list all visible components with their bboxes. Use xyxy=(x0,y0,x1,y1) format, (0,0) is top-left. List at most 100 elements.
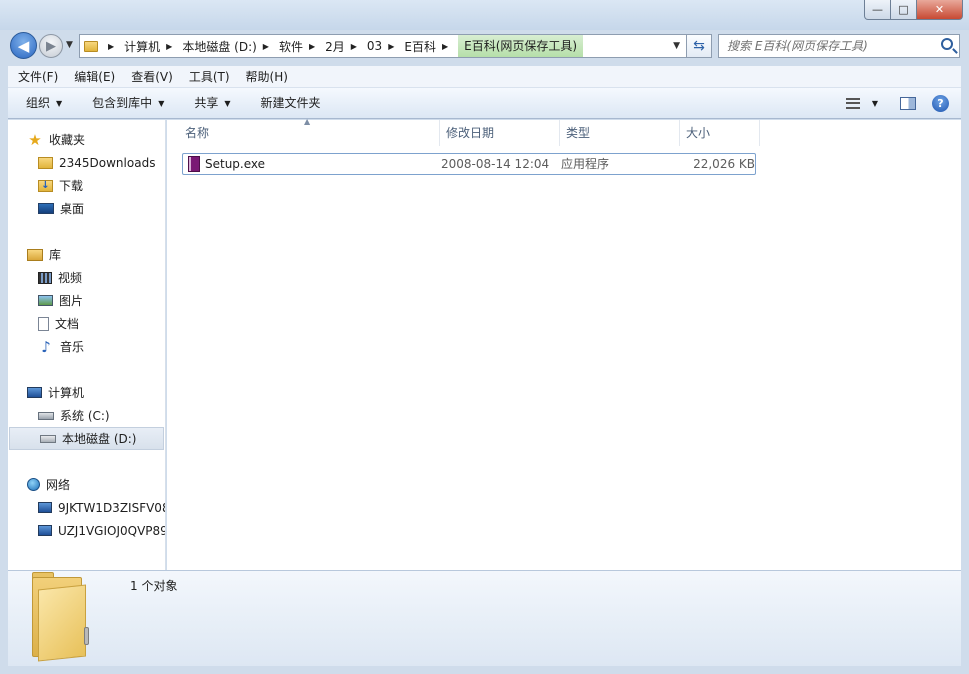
nav-label: 文档 xyxy=(55,317,80,331)
nav-item-drive-d[interactable]: 本地磁盘 (D:) xyxy=(9,427,164,450)
title-bar: — □ ✕ xyxy=(0,0,969,30)
breadcrumb-february[interactable]: 2月 ▶ xyxy=(325,38,367,55)
application-icon xyxy=(188,156,200,172)
include-in-library-button[interactable]: 包含到库中 ▼ xyxy=(72,88,174,119)
refresh-icon: ⇆ xyxy=(693,38,705,54)
folder-large-icon xyxy=(32,572,89,662)
menu-edit[interactable]: 编辑(E) xyxy=(66,67,123,87)
maximize-button[interactable]: □ xyxy=(891,0,917,20)
nav-label: 收藏夹 xyxy=(49,133,86,147)
back-button[interactable]: ◀ xyxy=(10,32,37,59)
address-folder-icon xyxy=(80,40,102,52)
nav-computer[interactable]: 计算机 xyxy=(8,381,165,404)
breadcrumb-current[interactable]: E百科(网页保存工具) xyxy=(458,35,584,57)
table-row[interactable]: Setup.exe 2008-08-14 12:04 应用程序 22,026 K… xyxy=(182,153,756,175)
search-icon[interactable] xyxy=(941,38,953,50)
column-header-name[interactable]: 名称 xyxy=(167,120,440,146)
views-dropdown-icon[interactable]: ▼ xyxy=(872,99,878,108)
breadcrumb-ebaike[interactable]: E百科 ▶ xyxy=(404,38,458,55)
menu-view[interactable]: 查看(V) xyxy=(123,67,181,87)
nav-item-documents[interactable]: 文档 xyxy=(8,312,165,335)
recent-pages-dropdown[interactable]: ▼ xyxy=(66,40,73,50)
nav-item-network-pc-2[interactable]: UZJ1VGIOJ0QVP89 xyxy=(8,519,165,542)
nav-group-libraries: 库 视频 图片 文档 ♪ 音乐 xyxy=(8,243,165,358)
drive-icon xyxy=(40,434,56,443)
picture-icon xyxy=(38,295,53,306)
nav-favorites[interactable]: ★ 收藏夹 xyxy=(8,128,165,151)
nav-group-network: 网络 9JKTW1D3ZISFV08 UZJ1VGIOJ0QVP89 xyxy=(8,473,165,542)
music-icon: ♪ xyxy=(41,337,51,356)
nav-label: 下载 xyxy=(59,179,84,193)
breadcrumb-software[interactable]: 软件 ▶ xyxy=(279,38,325,55)
nav-item-downloads[interactable]: ↓ 下载 xyxy=(8,174,165,197)
nav-label: 音乐 xyxy=(60,340,85,354)
nav-label: 图片 xyxy=(59,294,84,308)
nav-item-videos[interactable]: 视频 xyxy=(8,266,165,289)
nav-label: 系统 (C:) xyxy=(60,409,110,423)
desktop-icon xyxy=(38,203,54,214)
column-header-date[interactable]: 修改日期 xyxy=(440,120,560,146)
views-icon[interactable] xyxy=(845,98,860,109)
nav-label: 库 xyxy=(49,248,62,262)
column-header-type[interactable]: 类型 xyxy=(560,120,680,146)
forward-arrow-icon: ▶ xyxy=(46,38,56,54)
window-controls: — □ ✕ xyxy=(864,0,963,20)
nav-libraries[interactable]: 库 xyxy=(8,243,165,266)
menu-bar: 文件(F) 编辑(E) 查看(V) 工具(T) 帮助(H) xyxy=(8,66,961,88)
nav-label: 网络 xyxy=(46,478,71,492)
library-icon xyxy=(27,248,43,261)
menu-file[interactable]: 文件(F) xyxy=(10,67,66,87)
nav-item-2345downloads[interactable]: 2345Downloads xyxy=(8,151,165,174)
file-list-pane: ▲ 名称 修改日期 类型 大小 Setup.exe 2008-08-14 12:… xyxy=(167,117,961,570)
preview-pane-icon[interactable] xyxy=(900,97,916,110)
column-header-size[interactable]: 大小 xyxy=(680,120,760,146)
help-icon[interactable]: ? xyxy=(932,95,949,112)
folder-icon xyxy=(38,156,53,169)
computer-icon xyxy=(27,387,42,398)
nav-label: 本地磁盘 (D:) xyxy=(62,432,137,446)
refresh-button[interactable]: ⇆ xyxy=(686,34,712,58)
back-arrow-icon: ◀ xyxy=(17,36,30,55)
minimize-button[interactable]: — xyxy=(864,0,891,20)
forward-button[interactable]: ▶ xyxy=(39,34,63,58)
nav-label: 计算机 xyxy=(48,386,85,400)
network-computer-icon xyxy=(38,502,52,513)
nav-label: 视频 xyxy=(58,271,83,285)
chevron-down-icon: ▼ xyxy=(224,98,231,108)
star-icon: ★ xyxy=(28,130,42,149)
breadcrumb-root-arrow[interactable]: ▶ xyxy=(102,42,124,51)
details-pane: 1 个对象 xyxy=(8,570,961,666)
nav-label: 2345Downloads xyxy=(59,155,156,170)
network-icon xyxy=(27,478,40,491)
download-folder-icon: ↓ xyxy=(38,179,53,192)
search-input[interactable] xyxy=(719,35,929,57)
nav-item-music[interactable]: ♪ 音乐 xyxy=(8,335,165,358)
menu-help[interactable]: 帮助(H) xyxy=(238,67,296,87)
nav-group-computer: 计算机 系统 (C:) 本地磁盘 (D:) xyxy=(8,381,165,450)
new-folder-button[interactable]: 新建文件夹 xyxy=(241,88,331,119)
nav-item-drive-c[interactable]: 系统 (C:) xyxy=(8,404,165,427)
nav-group-favorites: ★ 收藏夹 2345Downloads ↓ 下载 桌面 xyxy=(8,128,165,220)
nav-item-desktop[interactable]: 桌面 xyxy=(8,197,165,220)
nav-item-pictures[interactable]: 图片 xyxy=(8,289,165,312)
breadcrumb-03[interactable]: 03 ▶ xyxy=(367,39,404,53)
share-button[interactable]: 共享 ▼ xyxy=(174,88,240,119)
new-folder-label: 新建文件夹 xyxy=(260,95,321,110)
nav-network[interactable]: 网络 xyxy=(8,473,165,496)
file-size: 22,026 KB xyxy=(693,157,755,171)
nav-item-network-pc-1[interactable]: 9JKTW1D3ZISFV08 xyxy=(8,496,165,519)
chevron-down-icon: ▼ xyxy=(56,98,63,108)
chevron-down-icon: ▼ xyxy=(158,98,165,108)
navigation-pane: ★ 收藏夹 2345Downloads ↓ 下载 桌面 库 视频 图片 文档 ♪ 音乐… xyxy=(8,120,166,570)
command-bar-right: ▼ ? xyxy=(836,88,961,119)
address-history-dropdown[interactable]: ▼ xyxy=(673,41,680,51)
command-bar: 组织 ▼ 包含到库中 ▼ 共享 ▼ 新建文件夹 ▼ ? xyxy=(8,88,961,119)
close-button[interactable]: ✕ xyxy=(917,0,963,20)
breadcrumb-computer[interactable]: 计算机 ▶ xyxy=(124,38,182,55)
search-box[interactable] xyxy=(718,34,960,58)
breadcrumb-drive-d[interactable]: 本地磁盘 (D:) ▶ xyxy=(182,38,279,55)
address-bar[interactable]: ▶ 计算机 ▶ 本地磁盘 (D:) ▶ 软件 ▶ 2月 ▶ 03 ▶ E百科 ▶ E百科(网… xyxy=(79,34,687,58)
item-count: 1 个对象 xyxy=(130,579,178,593)
organize-button[interactable]: 组织 ▼ xyxy=(8,88,72,119)
menu-tools[interactable]: 工具(T) xyxy=(181,67,238,87)
